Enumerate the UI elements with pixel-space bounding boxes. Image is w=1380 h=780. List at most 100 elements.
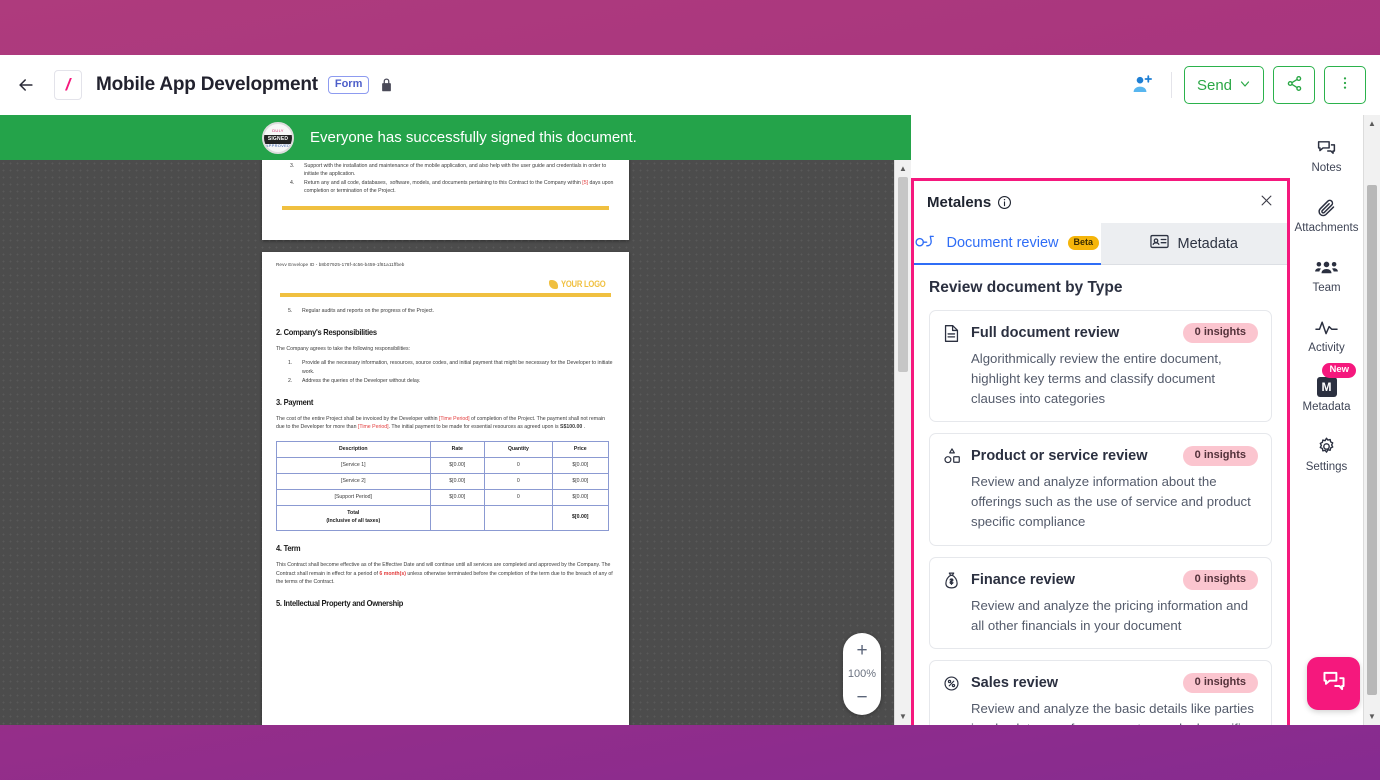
metalens-title: Metalens (927, 193, 992, 211)
shapes-icon (943, 446, 960, 531)
review-card-description: Algorithmically review the entire docume… (971, 351, 1222, 406)
form-badge: Form (327, 76, 370, 94)
window-scrollbar-thumb[interactable] (1367, 185, 1377, 695)
sidebar-item-metadata[interactable]: New M Metadata (1290, 363, 1363, 421)
payment-text-a: The cost of the entire Project shall be … (276, 415, 439, 422)
review-card-header: Full document review 0 insights (971, 323, 1258, 343)
page-rule (280, 293, 611, 297)
total-label-line2: (Inclusive of all taxes) (326, 517, 381, 524)
send-button[interactable]: Send (1184, 66, 1264, 104)
window-scroll-up-arrow[interactable]: ▲ (1364, 115, 1380, 132)
column-header: Quantity (483, 440, 553, 458)
viewer-scrollbar[interactable]: ▲ ▼ (894, 160, 911, 725)
sidebar-item-settings[interactable]: Settings (1290, 427, 1363, 481)
back-arrow-icon[interactable] (12, 71, 40, 99)
review-card-content: Finance review 0 insights Review and ana… (971, 569, 1258, 636)
signed-banner-text: Everyone has successfully signed this do… (310, 129, 637, 146)
list-item: Return any and all code, databases, soft… (290, 179, 614, 195)
sidebar-item-team[interactable]: Team (1290, 248, 1363, 302)
sidebar-item-label: Attachments (1294, 222, 1359, 234)
insights-badge: 0 insights (1182, 673, 1258, 694)
window-scrollbar[interactable]: ▲ ▼ (1363, 115, 1380, 725)
review-card-sales[interactable]: Sales review 0 insights Review and analy… (929, 660, 1272, 725)
sidebar-item-attachments[interactable]: Attachments (1290, 188, 1363, 242)
total-label-line1: Total (347, 510, 360, 517)
cell-total-label: Total (Inclusive of all taxes) (276, 504, 431, 532)
review-card-content: Full document review 0 insights Algorith… (971, 323, 1258, 408)
tab-document-review[interactable]: Document review Beta (914, 223, 1101, 265)
cell-price: $[0.00] (551, 472, 609, 490)
viewer-scroll-down-arrow[interactable]: ▼ (895, 708, 911, 725)
cell-quantity: 0 (483, 488, 553, 506)
token-term-length: 6 month(s) (379, 570, 406, 577)
section-2-list: Provide all the necessary information, r… (274, 359, 617, 384)
info-icon[interactable] (997, 195, 1012, 210)
zoom-in-button[interactable]: + (856, 641, 867, 660)
section-4-paragraph: This Contract shall become effective as … (276, 561, 615, 586)
sidebar-item-activity[interactable]: Activity (1290, 308, 1363, 362)
viewer-scroll-up-arrow[interactable]: ▲ (895, 160, 911, 177)
app-logo-glyph: / (65, 75, 71, 94)
stamp-bottom-text: APPROVED (265, 142, 291, 148)
percent-circle-icon (943, 673, 960, 725)
rail-icon-list: Notes Attachments Team Activity New M Me… (1290, 115, 1363, 487)
metadata-m-icon: M (1316, 377, 1337, 397)
cell-total-price: $[0.00] (551, 504, 609, 532)
cell-rate: $[0.00] (429, 456, 485, 474)
continued-list: Regular audits and reports on the progre… (274, 307, 617, 315)
share-button[interactable] (1273, 66, 1315, 104)
table-row: [Service 1] $[0.00] 0 $[0.00] (276, 456, 609, 474)
section-heading-5: 5. Intellectual Property and Ownership (276, 598, 404, 609)
new-badge: New (1322, 363, 1356, 378)
section-2-intro: The Company agrees to take the following… (276, 346, 411, 353)
document-icon (943, 323, 960, 408)
document-canvas[interactable]: Support with the installation and mainte… (0, 160, 911, 725)
document-page-current: Revv Envelope ID - b8b07925-178f-4c56-b4… (262, 252, 629, 725)
sidebar-item-label: Metadata (1302, 401, 1351, 413)
payment-text-c: . The initial payment to be made for ess… (388, 424, 561, 431)
signed-banner: DULY SIGNED APPROVED Everyone has succes… (0, 115, 911, 160)
review-card-finance[interactable]: Finance review 0 insights Review and ana… (929, 556, 1272, 650)
list-item: Regular audits and reports on the progre… (288, 307, 435, 315)
column-header: Price (551, 440, 609, 458)
tab-label: Document review (946, 235, 1059, 251)
zoom-level-label: 100% (847, 668, 877, 680)
review-card-content: Sales review 0 insights Review and analy… (971, 673, 1258, 725)
sidebar-item-label: Team (1312, 282, 1341, 294)
review-card-product-service[interactable]: Product or service review 0 insights Rev… (929, 433, 1272, 546)
metalens-panel: Metalens Document review Beta Metadata R… (911, 178, 1290, 725)
add-person-icon[interactable] (1125, 68, 1159, 102)
payment-paragraph: The cost of the entire Project shall be … (276, 415, 615, 432)
zoom-out-button[interactable]: − (856, 688, 867, 707)
column-header: Rate (429, 440, 485, 458)
activity-pulse-icon (1315, 317, 1338, 338)
review-card-full-document[interactable]: Full document review 0 insights Algorith… (929, 310, 1272, 423)
token-initial-amount: S$100.00 (560, 424, 583, 431)
cell-price: $[0.00] (551, 456, 609, 474)
list-item: Support with the installation and mainte… (290, 162, 607, 178)
cell-quantity: 0 (483, 472, 553, 490)
tab-metadata[interactable]: Metadata (1100, 223, 1287, 265)
document-page-previous: Support with the installation and mainte… (262, 160, 629, 240)
metalens-tabs: Document review Beta Metadata (914, 223, 1287, 265)
id-card-icon (1149, 234, 1169, 253)
chat-fab-button[interactable] (1307, 657, 1360, 710)
table-header-row: Description Rate Quantity Price (276, 440, 609, 458)
chevron-down-icon (1239, 77, 1251, 94)
zoom-control: + 100% − (843, 633, 881, 715)
review-card-title: Sales review (971, 675, 1059, 692)
viewer-scrollbar-thumb[interactable] (898, 177, 908, 372)
app-logo[interactable]: / (54, 70, 82, 100)
main-body: DULY SIGNED APPROVED Everyone has succes… (0, 115, 1380, 725)
insights-badge: 0 insights (1182, 569, 1258, 590)
column-header: Description (276, 440, 431, 458)
close-icon[interactable] (1259, 193, 1274, 211)
tab-label: Metadata (1177, 235, 1238, 252)
more-options-button[interactable] (1324, 66, 1366, 104)
review-card-description: Review and analyze the basic details lik… (971, 701, 1254, 725)
cell-rate: $[0.00] (429, 472, 485, 490)
team-icon (1315, 257, 1338, 278)
metalens-body: Review document by Type Full document re… (914, 265, 1287, 725)
window-scroll-down-arrow[interactable]: ▼ (1364, 708, 1380, 725)
sidebar-item-notes[interactable]: Notes (1290, 128, 1363, 182)
